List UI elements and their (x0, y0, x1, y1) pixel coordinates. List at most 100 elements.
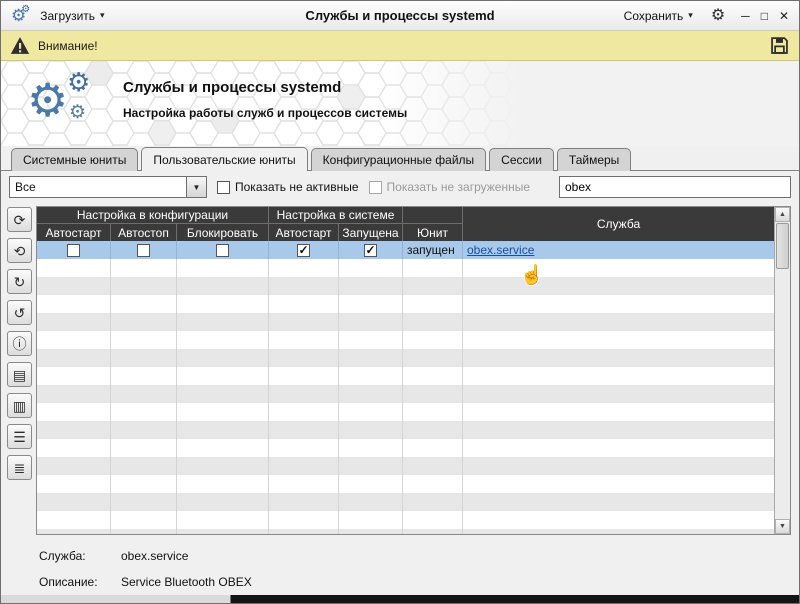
column-separator (176, 259, 177, 534)
column-header-service: Служба (463, 207, 774, 241)
search-input[interactable] (559, 176, 791, 198)
tab-config-files[interactable]: Конфигурационные файлы (311, 148, 486, 171)
app-logo-gears: ⚙ ⚙ ⚙ (27, 69, 107, 139)
cell-system-autostart (269, 241, 339, 259)
app-window: ⚙ ⚙ Загрузить ▾ Службы и процессы system… (0, 0, 800, 604)
service-link[interactable]: obex.service (467, 243, 534, 257)
table-header: Настройка в конфигурации Настройка в сис… (37, 207, 774, 241)
group-header-config: Настройка в конфигурации (37, 207, 269, 224)
gear-icon: ⚙ (69, 103, 86, 122)
restart-button[interactable]: ↻ (7, 269, 32, 294)
gear-icon: ⚙ (21, 5, 30, 15)
unit-filter-dropdown[interactable]: Все ▼ (9, 176, 207, 198)
tab-user-units[interactable]: Пользовательские юниты (141, 147, 307, 171)
table-row[interactable]: запущен obex.service (37, 241, 774, 259)
config-autostart-checkbox[interactable] (67, 244, 80, 257)
column-separator (402, 259, 403, 534)
warning-icon (10, 36, 30, 55)
tab-bar: Системные юниты Пользовательские юниты К… (1, 146, 799, 170)
gear-icon: ⚙ (27, 77, 68, 123)
tab-sessions[interactable]: Сессии (489, 148, 554, 171)
system-running-checkbox[interactable] (364, 244, 377, 257)
app-gear-icon: ⚙ ⚙ (11, 7, 26, 24)
cell-service: obex.service (463, 241, 774, 259)
list-icon: ☰ (13, 430, 26, 444)
refresh-button[interactable]: ⟳ (7, 207, 32, 232)
revert-button[interactable]: ↺ (7, 300, 32, 325)
page-title: Службы и процессы systemd (123, 79, 407, 96)
cell-config-autostart (37, 241, 111, 259)
description-value: Service Bluetooth OBEX (121, 575, 252, 589)
system-autostart-checkbox[interactable] (297, 244, 310, 257)
tab-timers[interactable]: Таймеры (557, 148, 631, 171)
page-subtitle: Настройка работы служб и процессов систе… (123, 106, 407, 120)
config-block-checkbox[interactable] (216, 244, 229, 257)
column-header-running: Запущена (339, 224, 403, 241)
column-header-autostart-sys: Автостарт (269, 224, 339, 241)
window-controls: ─ □ ✕ (741, 10, 789, 22)
minimize-button[interactable]: ─ (741, 10, 750, 22)
settings-gear-icon[interactable]: ⚙ (711, 8, 725, 24)
save-button-label: Сохранить (624, 9, 684, 23)
column-separator (462, 259, 463, 534)
show-unloaded-option: Показать не загруженные (369, 180, 530, 194)
close-button[interactable]: ✕ (779, 10, 789, 22)
column-header-autostart: Автостарт (37, 224, 111, 241)
maximize-button[interactable]: □ (761, 10, 768, 22)
column-separator (268, 259, 269, 534)
show-inactive-label: Показать не активные (235, 180, 359, 194)
load-button[interactable]: Загрузить ▾ (34, 6, 110, 26)
column-separator (110, 259, 111, 534)
table-zone: ⟳ ⟲ ↻ ↺ ⓘ ▤ ▥ ☰ ≣ Настройка в конфигурац… (1, 203, 799, 537)
bottom-edge (1, 595, 799, 603)
gear-icon: ⚙ (67, 69, 90, 95)
reload-daemon-button[interactable]: ⟲ (7, 238, 32, 263)
tab-system-units[interactable]: Системные юниты (11, 148, 138, 171)
cell-config-block (177, 241, 269, 259)
journal-icon: ▥ (13, 399, 26, 413)
cell-config-autostop (111, 241, 177, 259)
show-inactive-checkbox[interactable] (217, 181, 230, 194)
group-header-system: Настройка в системе (269, 207, 403, 224)
warning-bar: Внимание! (1, 31, 799, 61)
table-empty-rows: ☝ (37, 259, 774, 534)
revert-icon: ↺ (14, 306, 26, 320)
chevron-down-icon: ▾ (100, 10, 105, 21)
service-value: obex.service (121, 549, 188, 563)
restart-icon: ↻ (14, 275, 26, 289)
content-panel: Все ▼ Показать не активные Показать не з… (1, 170, 799, 603)
save-file-icon[interactable] (769, 35, 790, 56)
show-unloaded-checkbox[interactable] (369, 181, 382, 194)
column-header-autostop: Автостоп (111, 224, 177, 241)
info-button[interactable]: ⓘ (7, 331, 32, 356)
show-inactive-option: Показать не активные (217, 180, 359, 194)
details-button[interactable]: ≣ (7, 455, 32, 480)
info-icon: ⓘ (13, 337, 27, 351)
vertical-scrollbar[interactable]: ▲ ▼ (774, 207, 790, 534)
save-button[interactable]: Сохранить ▾ (618, 6, 699, 26)
column-header-block: Блокировать (177, 224, 269, 241)
banner: ⚙ ⚙ ⚙ Службы и процессы systemd Настройк… (1, 61, 799, 146)
cursor-pointer-icon: ☝ (520, 263, 544, 287)
config-autostop-checkbox[interactable] (137, 244, 150, 257)
scroll-down-button[interactable]: ▼ (775, 519, 790, 534)
list-button[interactable]: ☰ (7, 424, 32, 449)
warning-label: Внимание! (38, 39, 98, 53)
group-header-blank (403, 207, 463, 224)
chevron-down-icon: ▾ (688, 10, 693, 21)
details-panel: Служба: obex.service Описание: Service B… (1, 537, 799, 595)
load-button-label: Загрузить (40, 9, 95, 23)
journal-button[interactable]: ▥ (7, 393, 32, 418)
description-label: Описание: (39, 575, 121, 589)
scroll-up-button[interactable]: ▲ (775, 207, 790, 222)
scrollbar-thumb[interactable] (776, 223, 789, 269)
filter-row: Все ▼ Показать не активные Показать не з… (1, 171, 799, 203)
reload-daemon-icon: ⟲ (14, 244, 26, 258)
show-unloaded-label: Показать не загруженные (387, 180, 530, 194)
titlebar: ⚙ ⚙ Загрузить ▾ Службы и процессы system… (1, 1, 799, 31)
dropdown-selected-value: Все (10, 177, 186, 197)
log-button[interactable]: ▤ (7, 362, 32, 387)
dropdown-arrow-icon[interactable]: ▼ (186, 177, 206, 197)
service-label: Служба: (39, 549, 121, 563)
column-separator (338, 259, 339, 534)
